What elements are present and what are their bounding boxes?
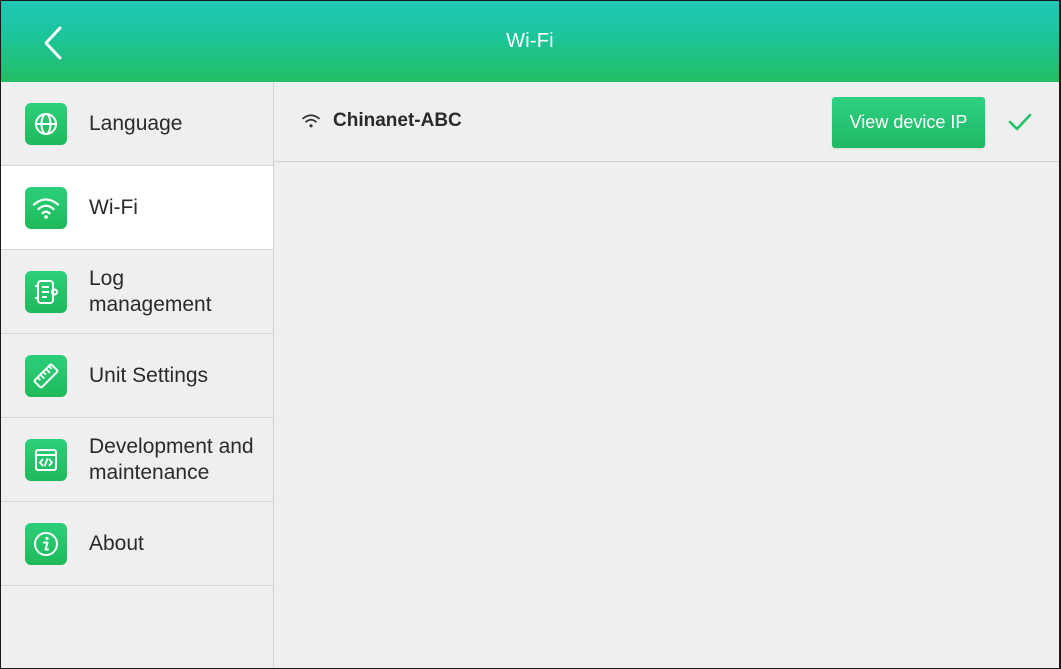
check-icon xyxy=(1008,113,1032,131)
chevron-left-icon xyxy=(44,26,62,60)
sidebar-item-label: Language xyxy=(89,111,183,135)
wifi-network-row[interactable]: Chinanet-ABC View device IP xyxy=(274,82,1059,162)
back-button[interactable] xyxy=(33,23,73,63)
app-window: Wi-Fi Language Wi-Fi Log management Unit… xyxy=(0,0,1061,669)
sidebar-item-label: Unit Settings xyxy=(89,363,209,387)
main-panel: Chinanet-ABC View device IP xyxy=(274,82,1059,668)
view-device-ip-button[interactable]: View device IP xyxy=(832,97,985,148)
page-title: Wi-Fi xyxy=(506,30,554,52)
globe-icon xyxy=(25,102,67,145)
sidebar: Language Wi-Fi Log management Unit Setti… xyxy=(1,82,274,668)
sidebar-item-log-management[interactable]: Log management xyxy=(1,250,273,334)
sidebar-item-about[interactable]: About xyxy=(1,502,273,586)
wifi-signal-icon xyxy=(302,114,320,128)
sidebar-item-label: Wi-Fi xyxy=(89,195,138,219)
sidebar-item-label: About xyxy=(89,531,144,555)
sidebar-item-label: Log management xyxy=(89,266,212,316)
wifi-icon xyxy=(25,186,67,229)
sidebar-item-wifi[interactable]: Wi-Fi xyxy=(1,166,273,250)
sidebar-item-development-maintenance[interactable]: Development and maintenance xyxy=(1,418,273,502)
header-bar: Wi-Fi xyxy=(1,1,1059,82)
network-name: Chinanet-ABC xyxy=(333,110,462,131)
sidebar-item-language[interactable]: Language xyxy=(1,82,273,166)
log-icon xyxy=(25,270,67,313)
code-icon xyxy=(25,438,67,481)
ruler-icon xyxy=(25,354,67,397)
sidebar-item-unit-settings[interactable]: Unit Settings xyxy=(1,334,273,418)
info-icon xyxy=(25,522,67,565)
sidebar-item-label: Development and maintenance xyxy=(89,434,254,484)
